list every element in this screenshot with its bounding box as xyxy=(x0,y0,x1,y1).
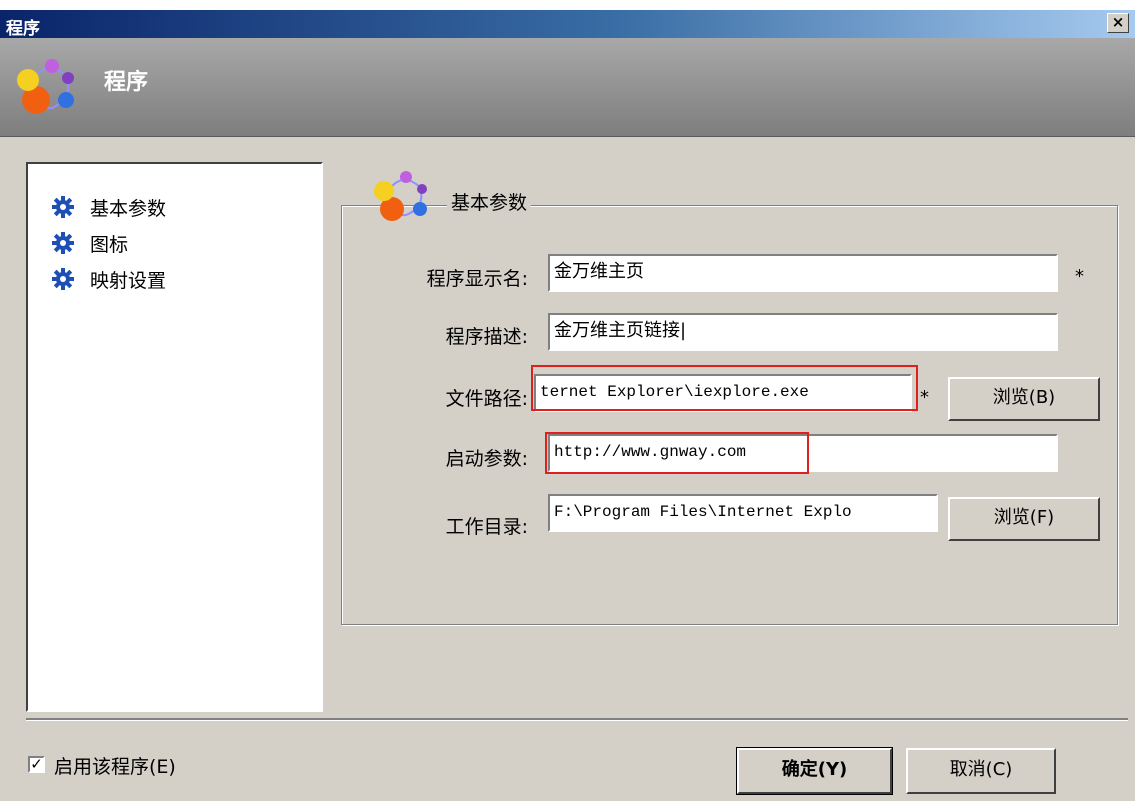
header-banner: 程序 xyxy=(0,38,1135,137)
program-dialog: 程序 × 程序 基本参数 图标 映射设置 基本参数 程序显示名: 金万维主页 *… xyxy=(0,10,1135,801)
settings-nav: 基本参数 图标 映射设置 xyxy=(26,162,323,712)
gear-icon xyxy=(52,268,74,290)
browse-dir-button[interactable]: 浏览(F) xyxy=(948,497,1100,541)
file-path-label: 文件路径: xyxy=(445,388,528,410)
work-dir-label: 工作目录: xyxy=(445,516,528,538)
browse-file-label: 浏览(B) xyxy=(992,387,1056,408)
group-title: 基本参数 xyxy=(447,188,532,215)
gear-icon xyxy=(52,196,74,218)
ok-label: 确定(Y) xyxy=(781,759,848,780)
separator xyxy=(26,718,1128,721)
work-dir-input[interactable]: F:\Program Files\Internet Explo xyxy=(548,494,938,532)
required-marker: * xyxy=(920,387,929,408)
nav-item-mapping[interactable]: 映射设置 xyxy=(52,264,166,294)
description-label: 程序描述: xyxy=(445,326,528,348)
enable-label[interactable]: 启用该程序(E) xyxy=(54,752,176,779)
nav-item-basic-params[interactable]: 基本参数 xyxy=(52,192,166,222)
header-title: 程序 xyxy=(104,70,149,95)
display-name-label: 程序显示名: xyxy=(426,268,528,290)
nav-item-label: 映射设置 xyxy=(90,269,167,292)
required-marker: * xyxy=(1075,266,1084,287)
browse-dir-label: 浏览(F) xyxy=(993,507,1055,528)
enable-checkbox[interactable]: ✓ xyxy=(28,756,45,773)
browse-file-button[interactable]: 浏览(B) xyxy=(948,377,1100,421)
cancel-label: 取消(C) xyxy=(949,759,1013,780)
file-path-input[interactable]: ternet Explorer\iexplore.exe xyxy=(534,374,912,412)
window-title: 程序 xyxy=(6,19,40,39)
close-button[interactable]: × xyxy=(1107,13,1129,33)
nav-item-label: 图标 xyxy=(90,233,129,256)
ok-button[interactable]: 确定(Y) xyxy=(736,747,893,795)
start-args-input[interactable]: http://www.gnway.com xyxy=(548,434,1058,472)
molecule-icon xyxy=(17,59,74,114)
display-name-input[interactable]: 金万维主页 xyxy=(548,254,1058,292)
cancel-button[interactable]: 取消(C) xyxy=(906,748,1056,794)
nav-item-label: 基本参数 xyxy=(90,197,167,220)
start-args-label: 启动参数: xyxy=(445,448,528,470)
gear-icon xyxy=(52,232,74,254)
nav-item-icon[interactable]: 图标 xyxy=(52,228,128,258)
description-input[interactable]: 金万维主页链接| xyxy=(548,313,1058,351)
title-bar[interactable]: 程序 × xyxy=(0,10,1135,39)
molecule-icon xyxy=(374,171,427,221)
